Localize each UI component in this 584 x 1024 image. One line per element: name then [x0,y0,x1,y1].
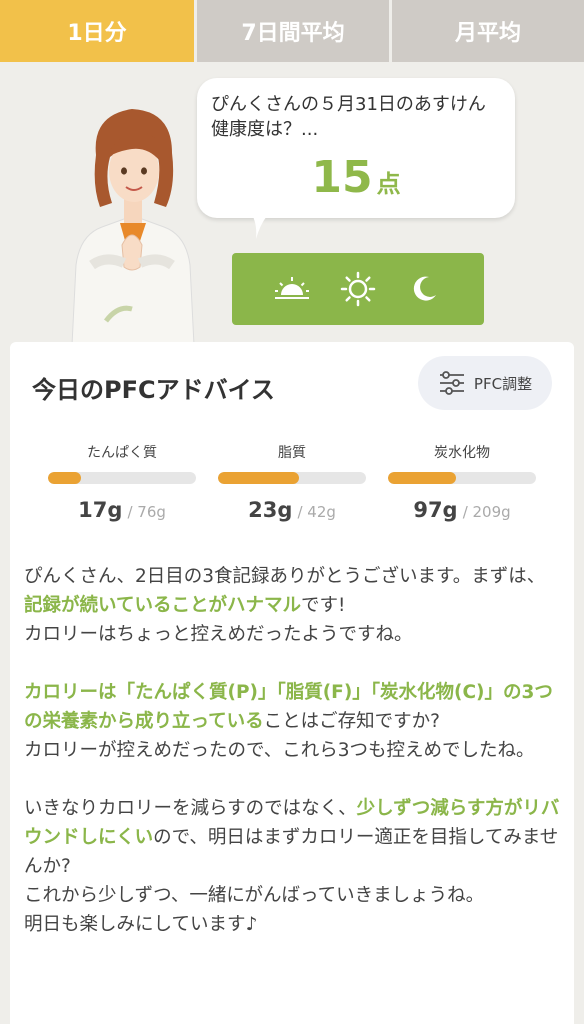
nutrient-progress-bar [48,472,196,484]
meal-time-selector [232,253,484,325]
nutrient-fat: 脂質 23g / 42g [218,442,366,522]
tab-monthly-average[interactable]: 月平均 [389,0,584,62]
nutrient-goal: / 209g [462,503,511,521]
nutrient-progress-fill [48,472,81,484]
nutrient-current: 17g [78,498,123,522]
advice-paragraph-2: カロリーは「たんぱく質(P)」「脂質(F)」「炭水化物(C)」の3つの栄養素から… [24,682,553,761]
period-tabs: 1日分 7日間平均 月平均 [0,0,584,62]
card-title: 今日のPFCアドバイス [32,376,275,404]
advisor-character-illustration [71,109,195,345]
nutrient-protein: たんぱく質 17g / 76g [48,442,196,522]
nutrient-goal: / 42g [297,503,336,521]
bubble-tail [246,205,282,239]
nutrient-carbohydrate: 炭水化物 97g / 209g [388,442,536,522]
nutrient-progress-fill [218,472,300,484]
pfc-advice-card: 今日のPFCアドバイス PFC調整 たんぱく質 17g / 76g 脂質 23g… [10,342,574,1024]
advice-paragraph-3: いきなりカロリーを減らすのではなく、少しずつ減らす方がリバウンドしにくいので、明… [24,798,560,935]
nutrient-label: たんぱく質 [87,445,157,461]
tab-1day[interactable]: 1日分 [0,0,194,62]
bubble-line-1: ぴんくさんの５月31日のあすけん [211,94,486,115]
nutrient-progress-bar [388,472,536,484]
health-score-bubble: ぴんくさんの５月31日のあすけん 健康度は？... 15 点 [197,78,515,218]
pfc-adjust-button[interactable]: PFC調整 [418,356,552,410]
sliders-icon [439,371,464,395]
sunrise-icon[interactable] [272,269,312,309]
nutrient-label: 脂質 [278,445,306,461]
nutrient-goal: / 76g [127,503,166,521]
nutrient-progress-fill [388,472,457,484]
bubble-line-2: 健康度は？... [211,119,319,140]
health-score: 15 点 [197,152,515,203]
advice-text: ぴんくさん、2日目の3食記録ありがとうございます。まずは、記録が続いていることが… [24,562,560,968]
score-unit: 点 [376,170,401,198]
nutrient-progress-bar [218,472,366,484]
nutrient-current: 97g [413,498,458,522]
moon-icon[interactable] [404,269,444,309]
sun-icon[interactable] [338,269,378,309]
advice-paragraph-1: ぴんくさん、2日目の3食記録ありがとうございます。まずは、記録が続いていることが… [24,566,546,645]
nutrient-current: 23g [248,498,293,522]
score-value: 15 [311,152,373,203]
nutrient-label: 炭水化物 [434,445,490,461]
pfc-adjust-label: PFC調整 [473,374,533,393]
tab-7day-average[interactable]: 7日間平均 [194,0,389,62]
